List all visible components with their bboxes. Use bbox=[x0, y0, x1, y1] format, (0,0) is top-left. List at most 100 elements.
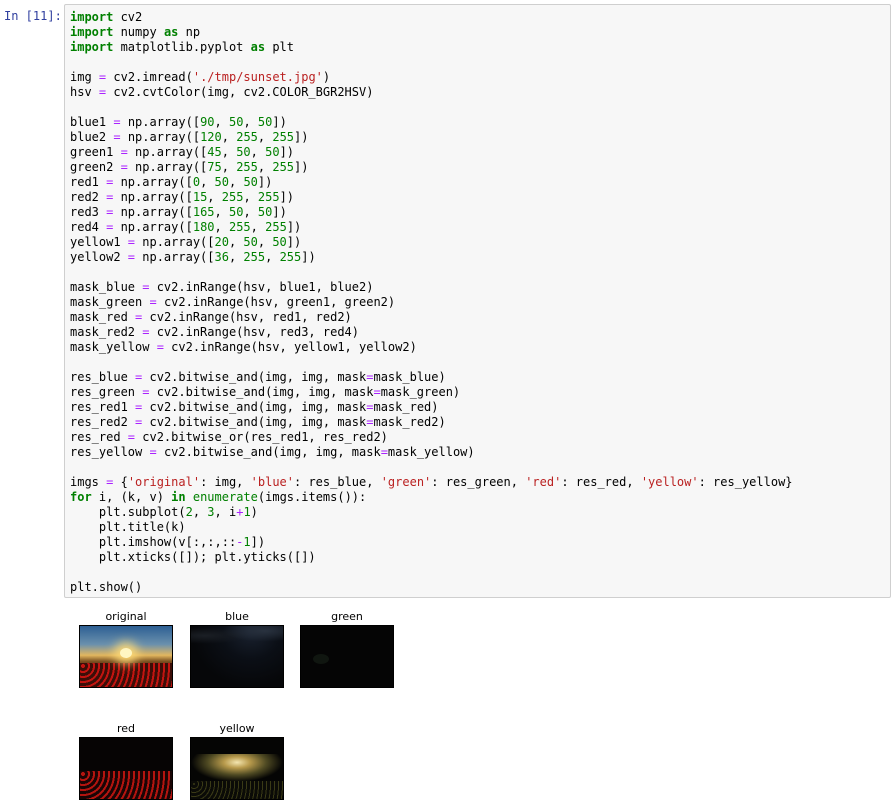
code-line: yellow1 = np.array([20, 50, 50]) bbox=[70, 235, 793, 250]
code-token: ]) bbox=[286, 220, 302, 234]
code-token: = bbox=[120, 160, 128, 174]
code-line: import numpy as np bbox=[70, 25, 793, 40]
code-token: 75 bbox=[207, 160, 222, 174]
code-line: plt.title(k) bbox=[70, 520, 793, 535]
code-token: 90 bbox=[200, 115, 215, 129]
code-token: , bbox=[243, 115, 258, 129]
code-token: 165 bbox=[192, 205, 215, 219]
code-token: 50 bbox=[214, 175, 229, 189]
code-token: , bbox=[228, 235, 244, 249]
code-token: , bbox=[257, 235, 273, 249]
subplot-blue: blue bbox=[190, 610, 284, 688]
code-token: cv2.bitwise_and(img, img, mask bbox=[142, 370, 367, 384]
code-token: 255 bbox=[221, 190, 244, 204]
code-token: i, (k, v) bbox=[91, 490, 172, 504]
code-token: 255 bbox=[272, 130, 295, 144]
code-token: ) bbox=[322, 70, 331, 84]
code-line: yellow2 = np.array([36, 255, 255]) bbox=[70, 250, 793, 265]
code-token: green2 bbox=[70, 160, 121, 174]
code-token: cv2.bitwise_or(res_red1, res_red2) bbox=[135, 430, 388, 444]
code-cell[interactable]: import cv2 import numpy as np import matpl… bbox=[64, 4, 891, 598]
code-line: res_blue = cv2.bitwise_and(img, img, mas… bbox=[70, 370, 793, 385]
code-line: red3 = np.array([165, 50, 50]) bbox=[70, 205, 793, 220]
code-token: np.array([ bbox=[127, 145, 208, 159]
code-token: ) bbox=[250, 505, 258, 519]
code-token: mask_green) bbox=[380, 385, 461, 399]
subplot-red: red bbox=[79, 722, 173, 800]
code-token: plt.xticks([]); plt.yticks([]) bbox=[70, 550, 316, 564]
code-token: np.array([ bbox=[113, 205, 193, 219]
code-token: 255 bbox=[272, 160, 295, 174]
code-token: = bbox=[149, 295, 157, 309]
code-token: mask_yellow) bbox=[387, 445, 475, 459]
code-token: plt.imshow(v[:,:,:: bbox=[70, 535, 237, 549]
code-token: , bbox=[243, 205, 258, 219]
code-token: : res_blue, bbox=[294, 475, 381, 489]
code-line: res_yellow = cv2.bitwise_and(img, img, m… bbox=[70, 445, 793, 460]
subplot-original: original bbox=[79, 610, 173, 688]
code-line: mask_green = cv2.inRange(hsv, green1, gr… bbox=[70, 295, 793, 310]
code-token: ]) bbox=[272, 115, 287, 129]
code-token: blue2 bbox=[70, 130, 114, 144]
code-token: cv2.cvtColor(img, cv2.COLOR_BGR2HSV) bbox=[106, 85, 374, 99]
code-token: red2 bbox=[70, 190, 107, 204]
subplot-title: yellow bbox=[219, 722, 255, 735]
code-token: = bbox=[113, 130, 121, 144]
code-token: as bbox=[250, 40, 266, 54]
code-token: = bbox=[373, 385, 381, 399]
code-token: 'blue' bbox=[250, 475, 294, 489]
code-line: plt.imshow(v[:,:,::-1]) bbox=[70, 535, 793, 550]
code-token: 0 bbox=[192, 175, 201, 189]
code-token: 1 bbox=[243, 505, 251, 519]
code-token: 50 bbox=[228, 115, 244, 129]
code-token: 50 bbox=[228, 205, 244, 219]
code-token: yellow1 bbox=[70, 235, 128, 249]
code-line: green1 = np.array([45, 50, 50]) bbox=[70, 145, 793, 160]
code-line: import cv2 bbox=[70, 10, 793, 25]
code-line: blue2 = np.array([120, 255, 255]) bbox=[70, 130, 793, 145]
code-token: 50 bbox=[257, 115, 273, 129]
subplot-yellow: yellow bbox=[190, 722, 284, 800]
code-token: , bbox=[257, 130, 273, 144]
code-token: 'green' bbox=[380, 475, 432, 489]
code-token: , bbox=[192, 505, 208, 519]
code-token: = bbox=[127, 250, 136, 264]
code-token: , bbox=[214, 205, 229, 219]
code-line: import matplotlib.pyplot as plt bbox=[70, 40, 793, 55]
code-token: : res_green, bbox=[431, 475, 526, 489]
code-token: , bbox=[265, 250, 280, 264]
code-token: ]) bbox=[286, 235, 302, 249]
code-token: = bbox=[120, 145, 128, 159]
code-line: red2 = np.array([15, 255, 255]) bbox=[70, 190, 793, 205]
code-token: , bbox=[207, 190, 222, 204]
code-token: res_red2 bbox=[70, 415, 136, 429]
code-line: img = cv2.imread('./tmp/sunset.jpg') bbox=[70, 70, 793, 85]
code-token: 255 bbox=[243, 250, 266, 264]
code-token: 45 bbox=[207, 145, 222, 159]
code-token: , bbox=[221, 130, 237, 144]
code-line: red1 = np.array([0, 50, 50]) bbox=[70, 175, 793, 190]
code-token: mask_yellow bbox=[70, 340, 157, 354]
code-token: cv2 bbox=[113, 10, 143, 24]
code-token: mask_red bbox=[70, 310, 136, 324]
code-token: = bbox=[127, 430, 136, 444]
code-line: imgs = {'original': img, 'blue': res_blu… bbox=[70, 475, 793, 490]
code-token: 255 bbox=[236, 160, 258, 174]
code-token: , bbox=[221, 160, 237, 174]
code-token: np.array([ bbox=[120, 130, 201, 144]
code-token: 20 bbox=[214, 235, 229, 249]
code-token: 255 bbox=[265, 220, 287, 234]
subplot-title: blue bbox=[225, 610, 249, 623]
code-token: import bbox=[70, 10, 114, 24]
code-token: in bbox=[171, 490, 186, 504]
code-editor[interactable]: import cv2 import numpy as np import matpl… bbox=[70, 10, 793, 595]
code-token: imgs bbox=[70, 475, 107, 489]
code-token: = bbox=[380, 445, 388, 459]
subplot-title: red bbox=[116, 722, 136, 735]
code-token: import bbox=[70, 40, 114, 54]
code-token: numpy bbox=[113, 25, 164, 39]
code-token: np.array([ bbox=[127, 160, 208, 174]
code-token: res_green bbox=[70, 385, 143, 399]
code-token: cv2.imread( bbox=[106, 70, 193, 84]
code-line: res_red = cv2.bitwise_or(res_red1, res_r… bbox=[70, 430, 793, 445]
